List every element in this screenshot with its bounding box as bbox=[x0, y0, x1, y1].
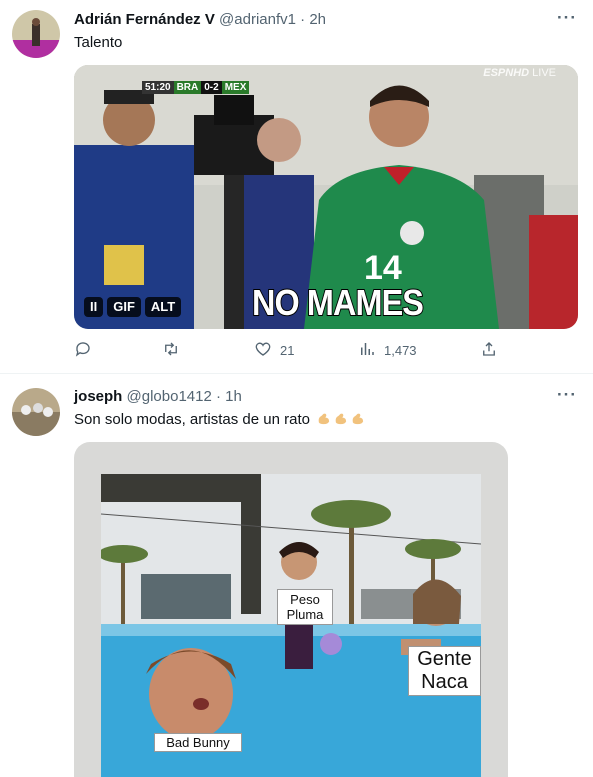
reply-button[interactable] bbox=[74, 340, 100, 361]
share-button[interactable] bbox=[480, 340, 498, 361]
like-button[interactable]: 21 bbox=[254, 340, 294, 361]
watermark-live: LIVE bbox=[532, 67, 556, 79]
meme-caption: NO MAMES bbox=[251, 281, 425, 324]
more-icon[interactable]: ··· bbox=[557, 8, 577, 28]
gif-badge: GIF bbox=[107, 297, 141, 317]
views-button[interactable]: 1,473 bbox=[358, 340, 417, 361]
flexed-biceps-icon bbox=[335, 413, 347, 425]
tweet-text: Son solo modas, artistas de un rato bbox=[74, 410, 365, 430]
timestamp[interactable]: 1h bbox=[225, 388, 242, 405]
views-icon bbox=[358, 340, 376, 361]
author-name[interactable]: joseph bbox=[74, 388, 122, 405]
avatar[interactable] bbox=[12, 10, 60, 58]
tweet-media-gif[interactable]: 14 51:20 BRA 0-2 MEX ESPNHD LIVE NO MAME… bbox=[74, 65, 578, 329]
meme-image: Peso Pluma Gente Naca Bad Bunny bbox=[101, 474, 481, 777]
separator-dot: · bbox=[216, 388, 221, 405]
like-icon bbox=[254, 340, 272, 361]
like-count: 21 bbox=[280, 343, 295, 358]
score-value: 0-2 bbox=[201, 81, 222, 94]
flexed-biceps-icon bbox=[318, 413, 330, 425]
retweet-icon bbox=[162, 340, 180, 361]
author-name[interactable]: Adrián Fernández V bbox=[74, 11, 215, 28]
score-away: MEX bbox=[221, 81, 250, 94]
flexed-biceps-icon bbox=[352, 413, 364, 425]
meme-label-right: Gente Naca bbox=[408, 646, 481, 696]
tweet-header: joseph @globo1412 · 1h bbox=[74, 387, 242, 407]
meme-label-top: Peso Pluma bbox=[277, 589, 333, 625]
tweet-text-body: Son solo modas, artistas de un rato bbox=[74, 411, 310, 428]
reply-icon bbox=[74, 340, 92, 361]
score-home: BRA bbox=[173, 81, 202, 94]
media-controls: II GIF ALT bbox=[84, 297, 182, 317]
separator-dot: · bbox=[300, 11, 306, 28]
views-count: 1,473 bbox=[384, 343, 417, 358]
more-icon[interactable]: ··· bbox=[557, 385, 577, 405]
pause-button[interactable]: II bbox=[84, 297, 104, 317]
tweet-header: Adrián Fernández V @adrianfv1 · 2h bbox=[74, 10, 326, 30]
channel-watermark: ESPNHD LIVE bbox=[483, 67, 556, 79]
score-clock: 51:20 bbox=[142, 81, 174, 94]
tweet-actions: 21 1,473 bbox=[74, 340, 504, 364]
retweet-button[interactable] bbox=[162, 340, 188, 361]
scorebug: 51:20 BRA 0-2 MEX bbox=[142, 81, 250, 94]
tweet-media-image[interactable]: Peso Pluma Gente Naca Bad Bunny bbox=[74, 442, 508, 777]
author-handle[interactable]: @globo1412 bbox=[127, 388, 212, 405]
avatar[interactable] bbox=[12, 388, 60, 436]
share-icon bbox=[480, 340, 498, 361]
author-handle[interactable]: @adrianfv1 bbox=[219, 11, 296, 28]
timestamp[interactable]: 2h bbox=[309, 11, 326, 28]
watermark-brand: ESPNHD bbox=[483, 67, 530, 79]
meme-label-bottom: Bad Bunny bbox=[154, 733, 242, 752]
alt-text-button[interactable]: ALT bbox=[144, 297, 182, 317]
tweet-text: Talento bbox=[74, 34, 123, 51]
